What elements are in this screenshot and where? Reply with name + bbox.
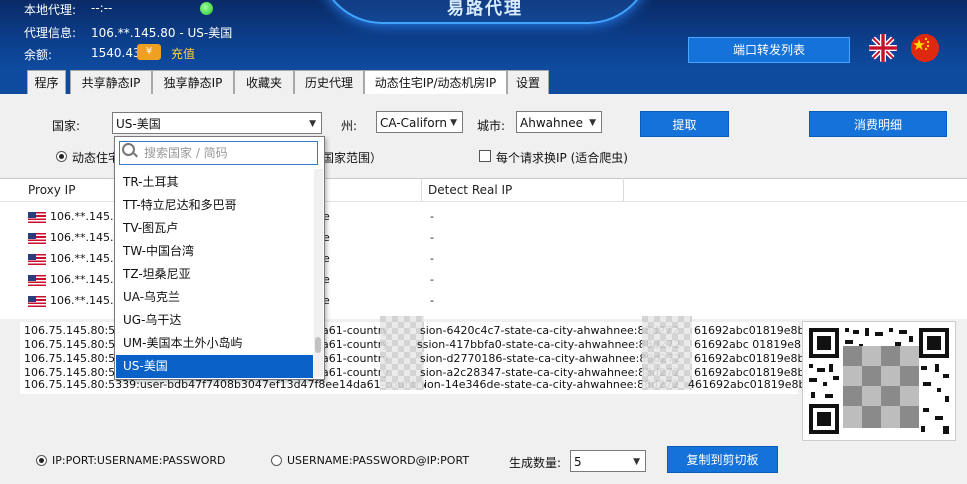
- country-value: US-美国: [116, 117, 161, 131]
- format-user-pass-ip-port-label: USERNAME:PASSWORD@IP:PORT: [287, 454, 470, 467]
- us-flag-icon: [28, 232, 46, 244]
- uk-flag-icon[interactable]: [869, 34, 897, 62]
- country-label: 国家:: [52, 119, 81, 133]
- dropdown-item[interactable]: UM-美国本土外小岛屿: [116, 332, 313, 355]
- dropdown-item[interactable]: TR-土耳其: [116, 171, 313, 194]
- chevron-down-icon: ▼: [633, 457, 640, 467]
- row-proxy-ip: 106.**.145.*: [50, 252, 119, 265]
- balance-value: 1540.43: [91, 46, 141, 60]
- output-line-seg: 461692abc01819e8b2: [688, 378, 813, 391]
- us-flag-icon: [28, 274, 46, 286]
- country-search-input[interactable]: 搜索国家 / 简码: [119, 141, 318, 165]
- proxy-info-label: 代理信息:: [24, 26, 77, 40]
- brand-title: 易路代理: [447, 0, 523, 19]
- cn-flag-icon[interactable]: [911, 34, 939, 62]
- city-select[interactable]: Ahwahnee ▼: [516, 111, 602, 133]
- dropdown-scrollbar[interactable]: [314, 169, 323, 377]
- row-proxy-ip: 106.**.145.*: [50, 294, 119, 307]
- blurred-region: [380, 316, 424, 390]
- recharge-link[interactable]: 充值: [171, 45, 195, 62]
- row-real-ip: -: [430, 252, 434, 265]
- dropdown-item-selected[interactable]: US-美国: [116, 355, 313, 378]
- row-real-ip: -: [430, 231, 434, 244]
- chevron-down-icon: ▼: [450, 118, 457, 128]
- format-user-pass-ip-port-radio[interactable]: [271, 455, 282, 466]
- table-row[interactable]: 106.**.145.*: [28, 206, 119, 227]
- format-ip-port-user-pass-radio[interactable]: [36, 455, 47, 466]
- output-line-seg: sion-6420c4c7-state-ca-city-ahwahnee:88d…: [420, 324, 680, 337]
- search-icon: [122, 143, 135, 156]
- tab-history-proxy[interactable]: 历史代理: [294, 70, 364, 95]
- row-real-ip: -: [430, 294, 434, 307]
- row-proxy-ip: 106.**.145.*: [50, 210, 119, 223]
- row-real-ip: -: [430, 210, 434, 223]
- generate-count-select[interactable]: 5 ▼: [570, 450, 646, 472]
- generate-count-value: 5: [574, 455, 582, 469]
- per-request-label: 每个请求换IP (适合爬虫): [496, 151, 628, 165]
- dropdown-item[interactable]: TV-图瓦卢: [116, 217, 313, 240]
- table-row[interactable]: 106.**.145.*: [28, 227, 119, 248]
- output-line-seg: a61-country: [322, 352, 389, 365]
- local-proxy-label: 本地代理:: [24, 3, 77, 17]
- local-proxy-value: --:--: [91, 1, 113, 15]
- tab-settings[interactable]: 设置: [507, 70, 549, 95]
- tab-favorites[interactable]: 收藏夹: [234, 70, 294, 95]
- us-flag-icon: [28, 253, 46, 265]
- dropdown-item[interactable]: TZ-坦桑尼亚: [116, 263, 313, 286]
- consumption-details-button[interactable]: 消费明细: [809, 111, 947, 137]
- tab-dedicated-static-ip[interactable]: 独享静态IP: [152, 70, 234, 95]
- state-value: CA-Californ: [380, 116, 447, 130]
- output-line-seg: a61-country: [322, 366, 389, 379]
- output-line-seg: 61692abc01819e8b2: [694, 324, 812, 337]
- city-label: 城市:: [477, 119, 506, 133]
- chevron-down-icon: ▼: [309, 119, 316, 129]
- us-flag-icon: [28, 295, 46, 307]
- state-label: 州:: [341, 119, 358, 133]
- dropdown-item[interactable]: TT-特立尼达和多巴哥: [116, 194, 313, 217]
- extract-button[interactable]: 提取: [640, 111, 729, 137]
- output-line: 106.75.145.80:5339:user-bdb47f7408b3047e…: [24, 378, 427, 391]
- us-flag-icon: [28, 211, 46, 223]
- tab-dynamic-residential[interactable]: 动态住宅IP/动态机房IP: [364, 70, 507, 96]
- output-line-seg: a61-country: [322, 324, 389, 337]
- per-request-checkbox[interactable]: [479, 150, 491, 162]
- row-proxy-ip: 106.**.145.*: [50, 273, 119, 286]
- output-line-seg: 61692abc01819e8b2: [694, 352, 812, 365]
- tab-program[interactable]: 程序: [27, 70, 66, 95]
- city-value: Ahwahnee: [520, 116, 583, 130]
- chevron-down-icon: ▼: [589, 118, 596, 128]
- qr-code-image: [802, 321, 956, 441]
- generate-count-label: 生成数量:: [509, 456, 562, 470]
- table-row[interactable]: 106.**.145.*: [28, 269, 119, 290]
- yuan-icon[interactable]: ¥: [137, 44, 161, 60]
- copy-to-clipboard-button[interactable]: 复制到剪切板: [667, 446, 778, 473]
- output-line-seg: 61692abc 01819e8b2: [694, 338, 815, 351]
- format-ip-port-user-pass-label: IP:PORT:USERNAME:PASSWORD: [52, 454, 226, 467]
- dropdown-item[interactable]: TW-中国台湾: [116, 240, 313, 263]
- country-select[interactable]: US-美国 ▼: [112, 112, 322, 134]
- row-real-ip: -: [430, 273, 434, 286]
- dropdown-item[interactable]: UA-乌克兰: [116, 286, 313, 309]
- dynamic-radio-label: 动态住宅: [72, 151, 121, 165]
- port-forward-list-button[interactable]: 端口转发列表: [688, 37, 850, 63]
- country-range-label: 国家范围）: [322, 151, 383, 165]
- status-indicator-icon: [200, 2, 213, 15]
- output-line-seg: ion-14e346de-state-ca-city-ahwahnee:88d2…: [424, 378, 680, 391]
- dropdown-item[interactable]: UG-乌干达: [116, 309, 313, 332]
- table-row[interactable]: 106.**.145.*: [28, 248, 119, 269]
- dynamic-radio[interactable]: [56, 151, 67, 162]
- blurred-region: [642, 316, 692, 390]
- state-select[interactable]: CA-Californ ▼: [376, 111, 463, 133]
- row-proxy-ip: 106.**.145.*: [50, 231, 119, 244]
- tab-shared-static-ip[interactable]: 共享静态IP: [70, 70, 152, 95]
- table-row[interactable]: 106.**.145.*: [28, 290, 119, 311]
- output-line-seg: a61-country: [322, 338, 389, 351]
- column-header-detect-real-ip[interactable]: Detect Real IP: [422, 178, 624, 202]
- proxy-info-value: 106.**.145.80 - US-美国: [91, 26, 233, 40]
- country-dropdown: 搜索国家 / 简码 TR-土耳其 TT-特立尼达和多巴哥 TV-图瓦卢 TW-中…: [114, 136, 325, 380]
- scrollbar-thumb[interactable]: [315, 337, 321, 353]
- balance-label: 余额:: [24, 48, 53, 62]
